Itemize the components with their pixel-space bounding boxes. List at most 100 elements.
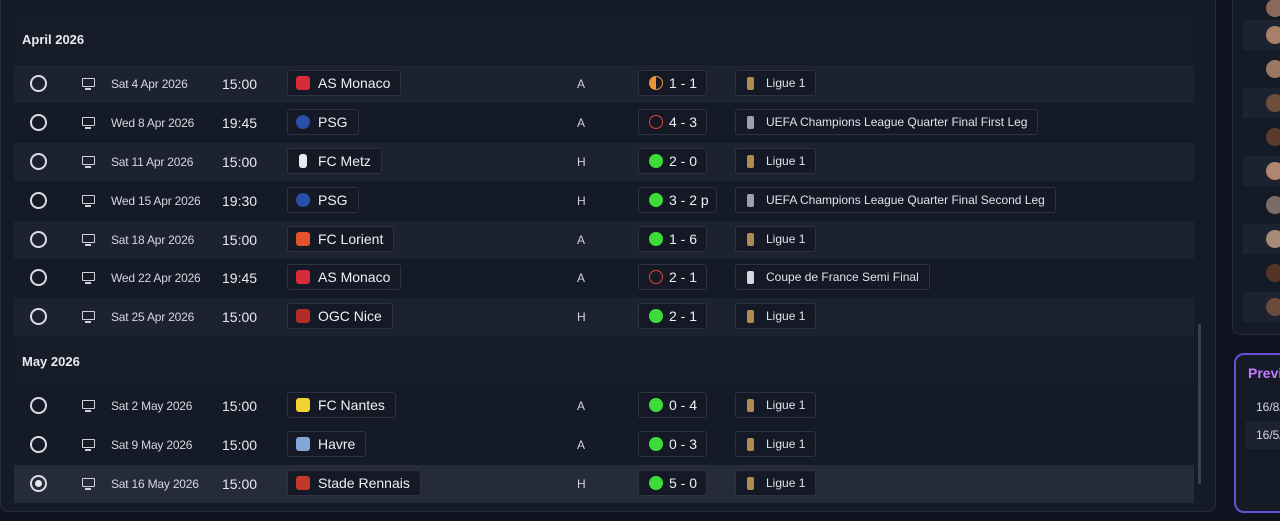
select-radio[interactable] bbox=[30, 231, 47, 248]
month-header-may: May 2026 bbox=[14, 336, 1194, 386]
club-crest-icon bbox=[296, 398, 310, 412]
result-chip[interactable]: 0 - 4 bbox=[638, 392, 707, 418]
competition-chip[interactable]: Coupe de France Semi Final bbox=[735, 264, 930, 290]
tv-icon bbox=[82, 117, 95, 129]
competition-chip[interactable]: UEFA Champions League Quarter Final Seco… bbox=[735, 187, 1056, 213]
result-chip[interactable]: 1 - 6 bbox=[638, 226, 707, 252]
select-radio[interactable] bbox=[30, 75, 47, 92]
opponent-chip[interactable]: Stade Rennais bbox=[287, 470, 421, 496]
competition-chip[interactable]: Ligue 1 bbox=[735, 303, 817, 329]
player-row[interactable] bbox=[1243, 88, 1280, 118]
competition-chip[interactable]: Ligue 1 bbox=[735, 226, 817, 252]
vertical-scrollbar[interactable] bbox=[1198, 324, 1201, 484]
player-row[interactable] bbox=[1243, 54, 1280, 84]
fixture-row[interactable]: Wed 8 Apr 2026 19:45 PSG A 4 - 3 UEFA Ch… bbox=[14, 104, 1194, 142]
player-avatar bbox=[1266, 298, 1280, 316]
club-crest-icon bbox=[296, 232, 310, 246]
win-icon bbox=[649, 309, 663, 323]
fixture-row[interactable]: Sat 25 Apr 2026 15:00 OGC Nice H 2 - 1 L… bbox=[14, 298, 1194, 336]
win-icon bbox=[649, 398, 663, 412]
competition-chip[interactable]: Ligue 1 bbox=[735, 148, 817, 174]
tv-icon bbox=[82, 156, 95, 168]
fixture-row-selected[interactable]: Sat 16 May 2026 15:00 Stade Rennais H 5 … bbox=[14, 465, 1194, 503]
tv-icon bbox=[82, 78, 95, 90]
player-row[interactable] bbox=[1243, 20, 1280, 50]
previous-meeting-row[interactable]: 16/8/ bbox=[1246, 393, 1280, 421]
opponent-chip[interactable]: PSG bbox=[287, 109, 359, 135]
competition-chip[interactable]: UEFA Champions League Quarter Final Firs… bbox=[735, 109, 1039, 135]
trophy-icon bbox=[747, 271, 754, 284]
venue: A bbox=[577, 233, 586, 247]
player-avatar bbox=[1266, 230, 1280, 248]
opponent-chip[interactable]: FC Lorient bbox=[287, 226, 395, 252]
fixture-row[interactable]: Sat 9 May 2026 15:00 Havre A 0 - 3 Ligue… bbox=[14, 426, 1194, 464]
win-icon bbox=[649, 476, 663, 490]
select-radio[interactable] bbox=[30, 269, 47, 286]
trophy-icon bbox=[747, 194, 754, 207]
fixture-row[interactable]: Wed 15 Apr 2026 19:30 PSG H 3 - 2 p UEFA… bbox=[14, 182, 1194, 220]
tv-icon bbox=[82, 234, 95, 246]
result-chip[interactable]: 0 - 3 bbox=[638, 431, 707, 457]
trophy-icon bbox=[747, 116, 754, 129]
fixture-date: Wed 8 Apr 2026 bbox=[111, 116, 195, 130]
tv-icon bbox=[82, 311, 95, 323]
opponent-chip[interactable]: PSG bbox=[287, 187, 359, 213]
result-chip[interactable]: 2 - 1 bbox=[638, 303, 707, 329]
tv-icon bbox=[82, 272, 95, 284]
fixture-row[interactable]: Sat 11 Apr 2026 15:00 FC Metz H 2 - 0 Li… bbox=[14, 143, 1194, 181]
player-row[interactable] bbox=[1243, 224, 1280, 254]
select-radio[interactable] bbox=[30, 192, 47, 209]
fixture-date: Sat 25 Apr 2026 bbox=[111, 310, 195, 324]
player-avatar bbox=[1266, 60, 1280, 78]
fixture-row[interactable]: Sat 2 May 2026 15:00 FC Nantes A 0 - 4 L… bbox=[14, 387, 1194, 425]
player-row[interactable] bbox=[1243, 258, 1280, 288]
previous-meetings-panel: Previo 16/8/ 16/5/ bbox=[1234, 353, 1280, 513]
select-radio[interactable] bbox=[30, 475, 47, 492]
select-radio[interactable] bbox=[30, 114, 47, 131]
club-crest-icon bbox=[296, 309, 310, 323]
club-crest-icon bbox=[296, 76, 310, 90]
opponent-chip[interactable]: FC Nantes bbox=[287, 392, 396, 418]
venue: A bbox=[577, 116, 586, 130]
trophy-icon bbox=[747, 399, 754, 412]
result-chip[interactable]: 2 - 1 bbox=[638, 264, 707, 290]
result-chip[interactable]: 3 - 2 p bbox=[638, 187, 717, 213]
competition-chip[interactable]: Ligue 1 bbox=[735, 392, 817, 418]
fixture-row[interactable]: Wed 22 Apr 2026 19:45 AS Monaco A 2 - 1 … bbox=[14, 259, 1194, 297]
opponent-chip[interactable]: AS Monaco bbox=[287, 70, 402, 96]
fixture-date: Sat 2 May 2026 bbox=[111, 399, 193, 413]
result-chip[interactable]: 4 - 3 bbox=[638, 109, 707, 135]
tv-icon bbox=[82, 400, 95, 412]
fixture-time: 15:00 bbox=[222, 232, 258, 248]
result-chip[interactable]: 2 - 0 bbox=[638, 148, 707, 174]
previous-meeting-row[interactable]: 16/5/ bbox=[1246, 421, 1280, 449]
result-chip[interactable]: 5 - 0 bbox=[638, 470, 707, 496]
player-avatar bbox=[1266, 162, 1280, 180]
fixture-time: 15:00 bbox=[222, 154, 258, 170]
player-row[interactable] bbox=[1243, 122, 1280, 152]
club-crest-icon bbox=[296, 270, 310, 284]
venue: A bbox=[577, 77, 586, 91]
opponent-chip[interactable]: Havre bbox=[287, 431, 367, 457]
player-row[interactable] bbox=[1243, 190, 1280, 220]
fixture-row[interactable]: Sat 4 Apr 2026 15:00 AS Monaco A 1 - 1 L… bbox=[14, 65, 1194, 103]
competition-chip[interactable]: Ligue 1 bbox=[735, 470, 817, 496]
competition-chip[interactable]: Ligue 1 bbox=[735, 431, 817, 457]
fixture-row[interactable]: Sat 18 Apr 2026 15:00 FC Lorient A 1 - 6… bbox=[14, 221, 1194, 259]
venue: H bbox=[577, 155, 586, 169]
select-radio[interactable] bbox=[30, 397, 47, 414]
fixture-time: 15:00 bbox=[222, 437, 258, 453]
club-crest-icon bbox=[296, 115, 310, 129]
result-chip[interactable]: 1 - 1 bbox=[638, 70, 707, 96]
select-radio[interactable] bbox=[30, 153, 47, 170]
player-avatar bbox=[1266, 94, 1280, 112]
competition-chip[interactable]: Ligue 1 bbox=[735, 70, 817, 96]
win-icon bbox=[649, 154, 663, 168]
player-row[interactable] bbox=[1243, 156, 1280, 186]
opponent-chip[interactable]: AS Monaco bbox=[287, 264, 402, 290]
opponent-chip[interactable]: FC Metz bbox=[287, 148, 382, 174]
opponent-chip[interactable]: OGC Nice bbox=[287, 303, 393, 329]
select-radio[interactable] bbox=[30, 436, 47, 453]
select-radio[interactable] bbox=[30, 308, 47, 325]
player-row[interactable] bbox=[1243, 292, 1280, 322]
